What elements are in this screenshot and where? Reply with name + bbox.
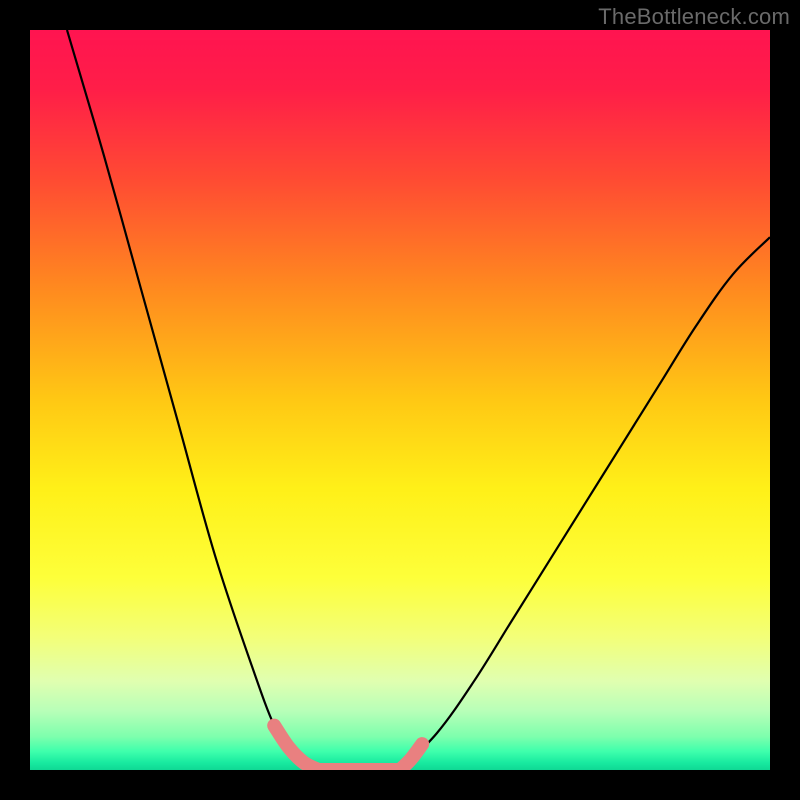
chart-frame: TheBottleneck.com bbox=[0, 0, 800, 800]
plot-area bbox=[30, 30, 770, 770]
curve-layer bbox=[30, 30, 770, 770]
curve-right-arm bbox=[400, 237, 770, 770]
highlight-left bbox=[274, 726, 318, 770]
watermark-text: TheBottleneck.com bbox=[598, 4, 790, 30]
highlight-right bbox=[400, 744, 422, 770]
curve-left-arm bbox=[67, 30, 319, 770]
